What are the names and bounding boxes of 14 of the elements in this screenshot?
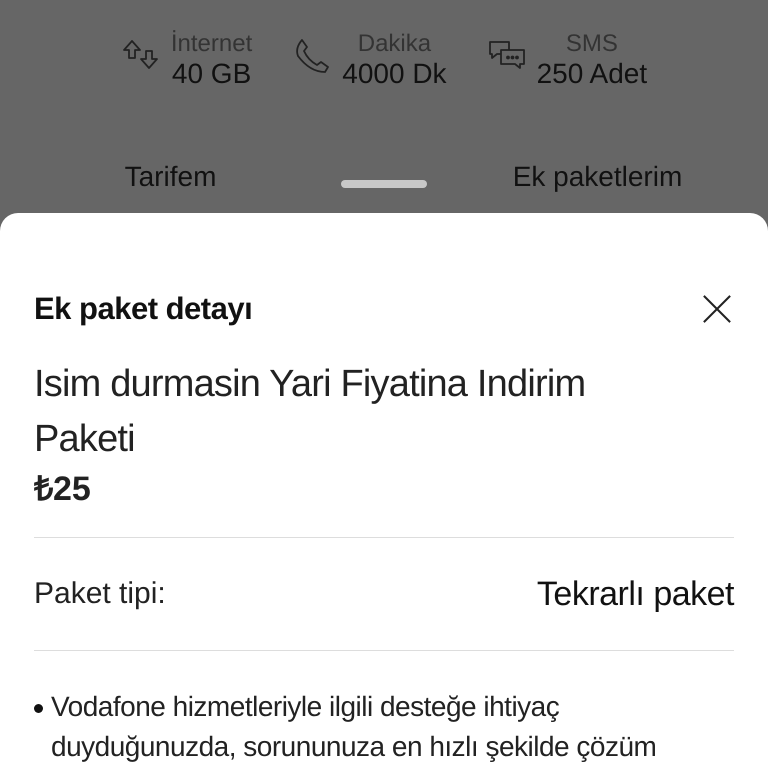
- package-price: ₺25: [34, 467, 734, 538]
- stat-value: 40 GB: [172, 58, 252, 90]
- drag-handle[interactable]: [341, 180, 427, 188]
- sheet-title: Ek paket detayı: [34, 291, 252, 327]
- package-name: Isim durmasin Yari Fiyatina Indirim Paketi: [34, 362, 586, 462]
- bullet-text: Vodafone hizmetleriyle ilgili desteğe ihtiyaç duyduğunuzda, sorununuza en hızlı şekilde çözüm: [51, 690, 658, 764]
- detail-value: Tekrarlı paket: [536, 574, 734, 614]
- bullet-dot: [34, 704, 43, 713]
- stat-value: 4000 Dk: [342, 58, 447, 90]
- close-icon[interactable]: [702, 294, 732, 324]
- detail-label: Paket tipi:: [34, 577, 166, 611]
- tab[interactable]: Tarifem: [124, 160, 216, 192]
- tab[interactable]: Ek paketlerim: [512, 160, 682, 192]
- stat-value: 250 Adet: [536, 58, 648, 90]
